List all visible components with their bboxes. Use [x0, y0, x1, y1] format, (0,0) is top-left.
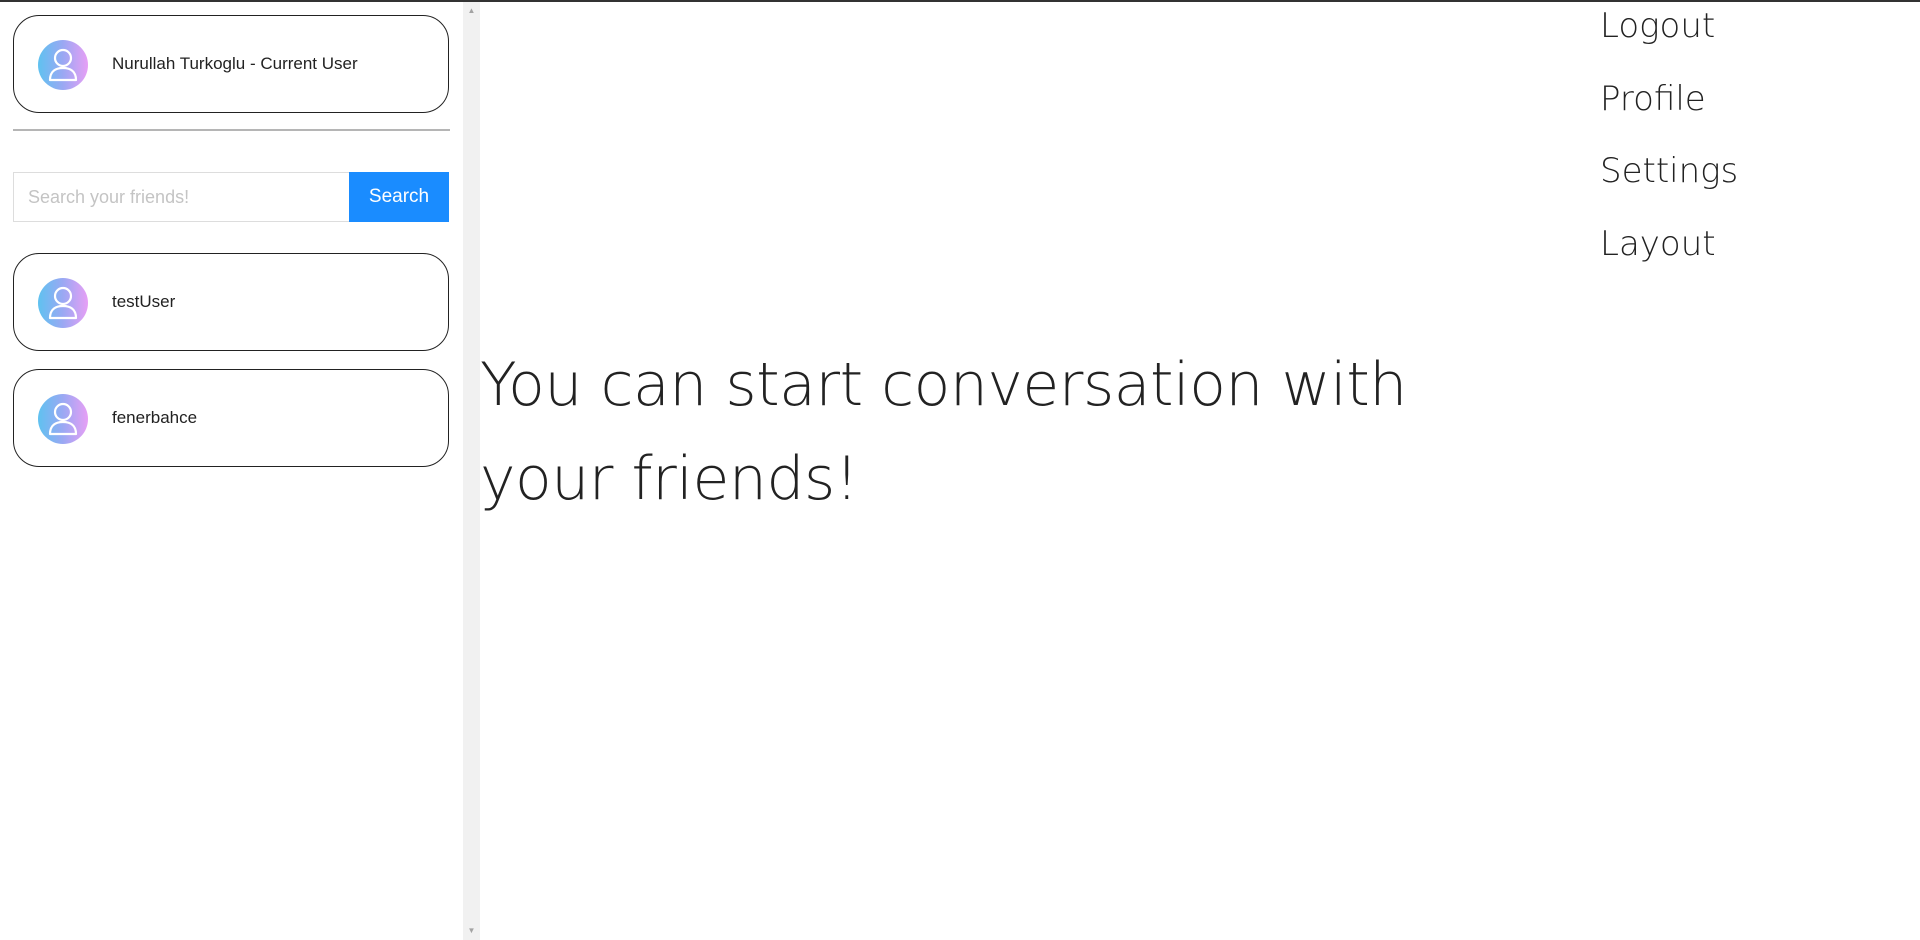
current-user-card[interactable]: Nurullah Turkoglu - Current User: [13, 15, 449, 113]
empty-conversation-message: You can start conversation with your fri…: [480, 350, 1407, 514]
friend-name: fenerbahce: [112, 408, 198, 427]
search-input[interactable]: [13, 172, 350, 222]
menu-item-logout[interactable]: Logout: [1600, 6, 1715, 46]
avatar: [38, 394, 88, 444]
avatar: [38, 40, 88, 90]
avatar: [38, 278, 88, 328]
friend-item[interactable]: fenerbahce: [13, 369, 449, 467]
current-user-name: Nurullah Turkoglu - Current User: [112, 54, 358, 73]
user-icon: [48, 48, 78, 82]
sidebar: Nurullah Turkoglu - Current User Search …: [0, 2, 463, 940]
scroll-up-arrow-icon[interactable]: ▲: [463, 4, 480, 18]
search-button[interactable]: Search: [349, 172, 449, 222]
divider: [13, 129, 450, 131]
friend-item[interactable]: testUser: [13, 253, 449, 351]
scroll-down-arrow-icon[interactable]: ▼: [463, 924, 480, 938]
menu-item-layout[interactable]: Layout: [1600, 224, 1716, 264]
user-icon: [48, 402, 78, 436]
menu-item-settings[interactable]: Settings: [1600, 151, 1738, 191]
menu-item-profile[interactable]: Profile: [1600, 79, 1706, 119]
user-icon: [48, 286, 78, 320]
friend-name: testUser: [112, 292, 176, 311]
sidebar-scrollbar[interactable]: ▲ ▼: [463, 2, 480, 940]
